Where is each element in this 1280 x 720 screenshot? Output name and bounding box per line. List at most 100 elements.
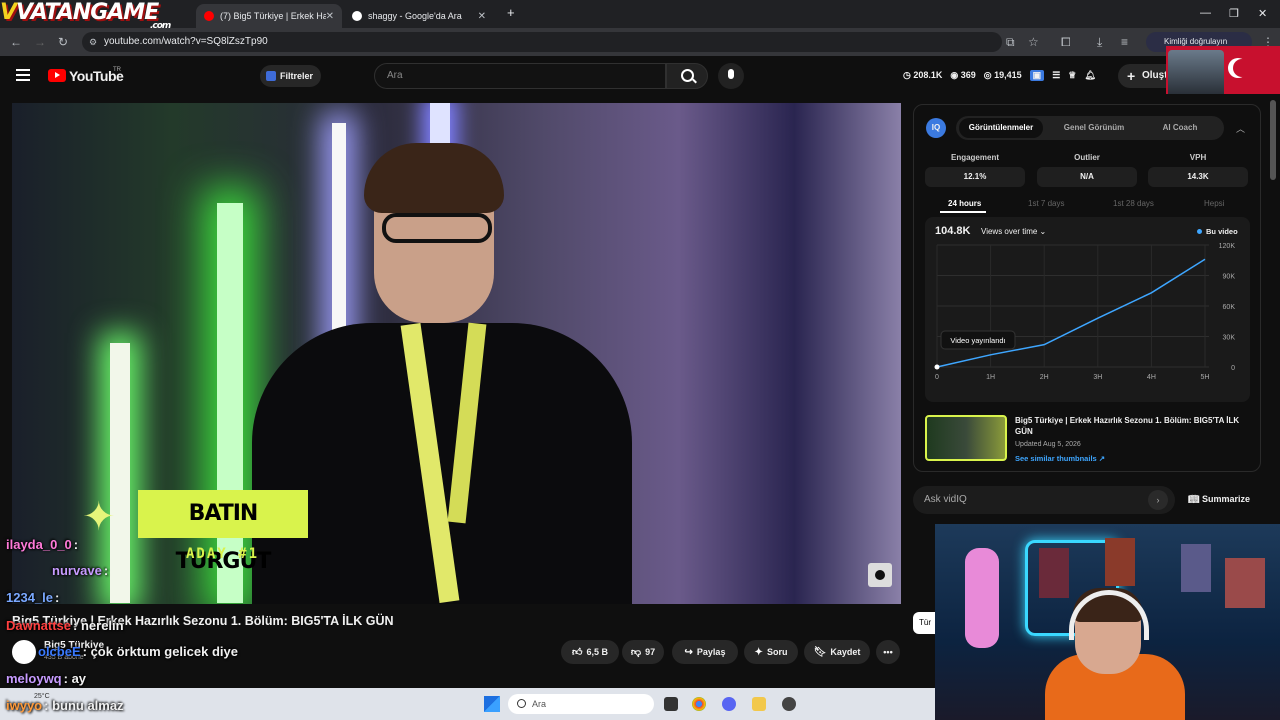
collapse-chevron-icon[interactable]: ︿	[1236, 122, 1245, 135]
y-tick-label: 60K	[1223, 304, 1236, 311]
metric-value-outlier: N/A	[1037, 167, 1137, 187]
chart-tooltip-text: Video yayınlandı	[950, 336, 1005, 345]
task-view-icon[interactable]	[664, 697, 678, 711]
metric-label-vph: VPH	[1189, 153, 1207, 162]
lower-third-sub: ADAY #1	[186, 546, 260, 562]
y-tick-label: 90K	[1223, 274, 1236, 281]
metric-label-outlier: Outlier	[1074, 153, 1100, 162]
data-point	[934, 364, 940, 370]
forward-icon[interactable]: →	[34, 35, 46, 49]
tab-views[interactable]: Görüntülenmeler	[959, 118, 1043, 138]
search-button[interactable]	[666, 63, 708, 89]
youtube-logo-icon[interactable]	[48, 69, 66, 82]
discord-icon[interactable]	[722, 697, 736, 711]
chat-message: 1234_le:	[6, 590, 60, 605]
extensions-icon[interactable]: ⧠	[1061, 35, 1071, 50]
voice-search-button[interactable]	[718, 63, 744, 89]
dislike-button[interactable]: 👎︎ 97	[622, 640, 664, 664]
share-button[interactable]: ↪ Paylaş	[672, 640, 738, 664]
bookmark-star-icon[interactable]: ☆	[1028, 35, 1039, 49]
file-explorer-icon[interactable]	[752, 697, 766, 711]
range-active-underline	[940, 211, 986, 213]
url-text: youtube.com/watch?v=SQ8lZszTp90	[104, 36, 268, 47]
search-input[interactable]: Ara	[374, 63, 666, 89]
video-thumbnail[interactable]	[925, 415, 1007, 461]
tab-big5[interactable]: (7) Big5 Türkiye | Erkek Hazırlık ✕	[196, 4, 342, 28]
site-info-icon[interactable]: ⚙	[89, 32, 97, 52]
vidiq-stats-bar: ◷ 208.1K ◉ 369 ◎ 19,415 ▣ ☰ ♕ 🔔︎	[903, 70, 1096, 81]
x-tick-label: 3H	[1093, 374, 1102, 381]
menu-icon[interactable]	[16, 69, 30, 81]
like-button[interactable]: 👍︎ 6,5 B	[561, 640, 619, 664]
range-24-hours[interactable]: 24 hours	[948, 199, 981, 208]
channel-watermark-icon[interactable]	[868, 563, 892, 587]
trophy-icon[interactable]: ♕	[1068, 70, 1076, 81]
vidiq-logo-icon: IQ	[926, 118, 946, 138]
app-icon[interactable]	[782, 697, 796, 711]
metric-value-engagement: 12.1%	[925, 167, 1025, 187]
x-tick-label: 0	[935, 374, 939, 381]
more-actions-button[interactable]: •••	[876, 640, 900, 664]
close-tab-icon[interactable]: ✕	[326, 11, 334, 22]
chat-message: olcbeE: çok örktum gelicek diye	[38, 644, 238, 659]
minimize-icon[interactable]: —	[1200, 7, 1211, 19]
poster	[1181, 544, 1211, 592]
y-tick-label: 0	[1231, 365, 1235, 372]
sparkle-icon: ✦	[82, 495, 116, 539]
y-tick-label: 120K	[1219, 243, 1236, 250]
ask-vidiq-input[interactable]: Ask vidIQ	[913, 486, 1175, 514]
similar-thumbnails-link[interactable]: See similar thumbnails ↗	[1015, 454, 1105, 463]
filters-button[interactable]: Filtreler	[260, 65, 322, 87]
taskbar-search[interactable]: Ara	[508, 694, 654, 714]
filters-label: Filtreler	[280, 71, 314, 81]
youtube-header: YouTube TR Filtreler Ara ◷ 208.1K ◉ 369 …	[0, 56, 1280, 98]
send-chevron-icon[interactable]: ›	[1148, 490, 1168, 510]
close-tab-icon[interactable]: ✕	[478, 11, 486, 22]
back-icon[interactable]: ←	[10, 35, 22, 49]
tab-title: shaggy - Google'da Ara	[368, 11, 462, 21]
chrome-icon[interactable]	[692, 697, 706, 711]
chart-mode-dropdown[interactable]: Views over time ⌄	[981, 227, 1046, 236]
metric-label-engagement: Engagement	[950, 153, 999, 162]
views-chart-card: 104.8K Views over time ⌄ Bu video 0 30K 60…	[925, 217, 1250, 402]
windows-start-icon[interactable]	[484, 696, 500, 712]
streamer-webcam	[935, 524, 1280, 720]
tab-shaggy[interactable]: shaggy - Google'da Ara ✕	[344, 4, 494, 28]
range-all[interactable]: Hepsi	[1204, 199, 1224, 208]
save-button[interactable]: 🔖︎ Kaydet	[804, 640, 870, 664]
download-icon[interactable]: ⤓	[1097, 35, 1102, 50]
filter-chip[interactable]: Tür	[913, 612, 935, 634]
eye-stat: ◎ 19,415	[983, 70, 1022, 80]
tab-ai-coach[interactable]: AI Coach	[1142, 118, 1218, 138]
ask-button[interactable]: ✦ Soru	[744, 640, 798, 664]
install-app-icon[interactable]: ⧉	[1006, 35, 1015, 50]
channel-avatar[interactable]	[12, 640, 36, 664]
list-icon[interactable]: ☰	[1052, 70, 1060, 81]
neon-light	[110, 343, 130, 603]
range-first-28-days[interactable]: 1st 28 days	[1113, 199, 1154, 208]
thumbs-up-icon: 👍︎	[572, 647, 583, 658]
close-window-icon[interactable]: ✕	[1258, 7, 1267, 20]
views-line-chart[interactable]: 0 30K 60K 90K 120K 0 1H 2H 3H 4H 5H Video yayınland…	[925, 241, 1250, 401]
thumbs-down-icon: 👎︎	[630, 647, 642, 658]
maximize-icon[interactable]: ❐	[1229, 7, 1239, 20]
media-control-icon[interactable]: ≡	[1121, 35, 1128, 49]
views-stat: ◉ 369	[950, 70, 976, 80]
tab-overview[interactable]: Genel Görünüm	[1052, 118, 1136, 138]
profile-label: Kimliği doğrulayın	[1164, 37, 1228, 46]
chat-message: nurvave:	[52, 563, 109, 578]
reload-icon[interactable]: ↻	[58, 35, 68, 49]
vidiq-icon[interactable]: ▣	[1029, 70, 1045, 81]
page-scrollbar[interactable]	[1270, 100, 1276, 180]
summarize-button[interactable]: 📖︎ Summarize	[1188, 494, 1250, 505]
poster	[1225, 558, 1265, 608]
address-bar[interactable]: ⚙ youtube.com/watch?v=SQ8lZszTp90	[82, 32, 1002, 52]
x-tick-label: 1H	[986, 374, 995, 381]
range-first-7-days[interactable]: 1st 7 days	[1028, 199, 1064, 208]
poster	[1039, 548, 1069, 598]
youtube-favicon-icon	[204, 11, 214, 21]
new-tab-button[interactable]: +	[507, 5, 515, 20]
chat-message: Dawnattse: nerelin	[6, 618, 124, 633]
thumbnail-video-title: Big5 Türkiye | Erkek Hazırlık Sezonu 1. …	[1015, 416, 1240, 436]
notifications-bell-icon[interactable]: 🔔︎	[1084, 70, 1095, 81]
